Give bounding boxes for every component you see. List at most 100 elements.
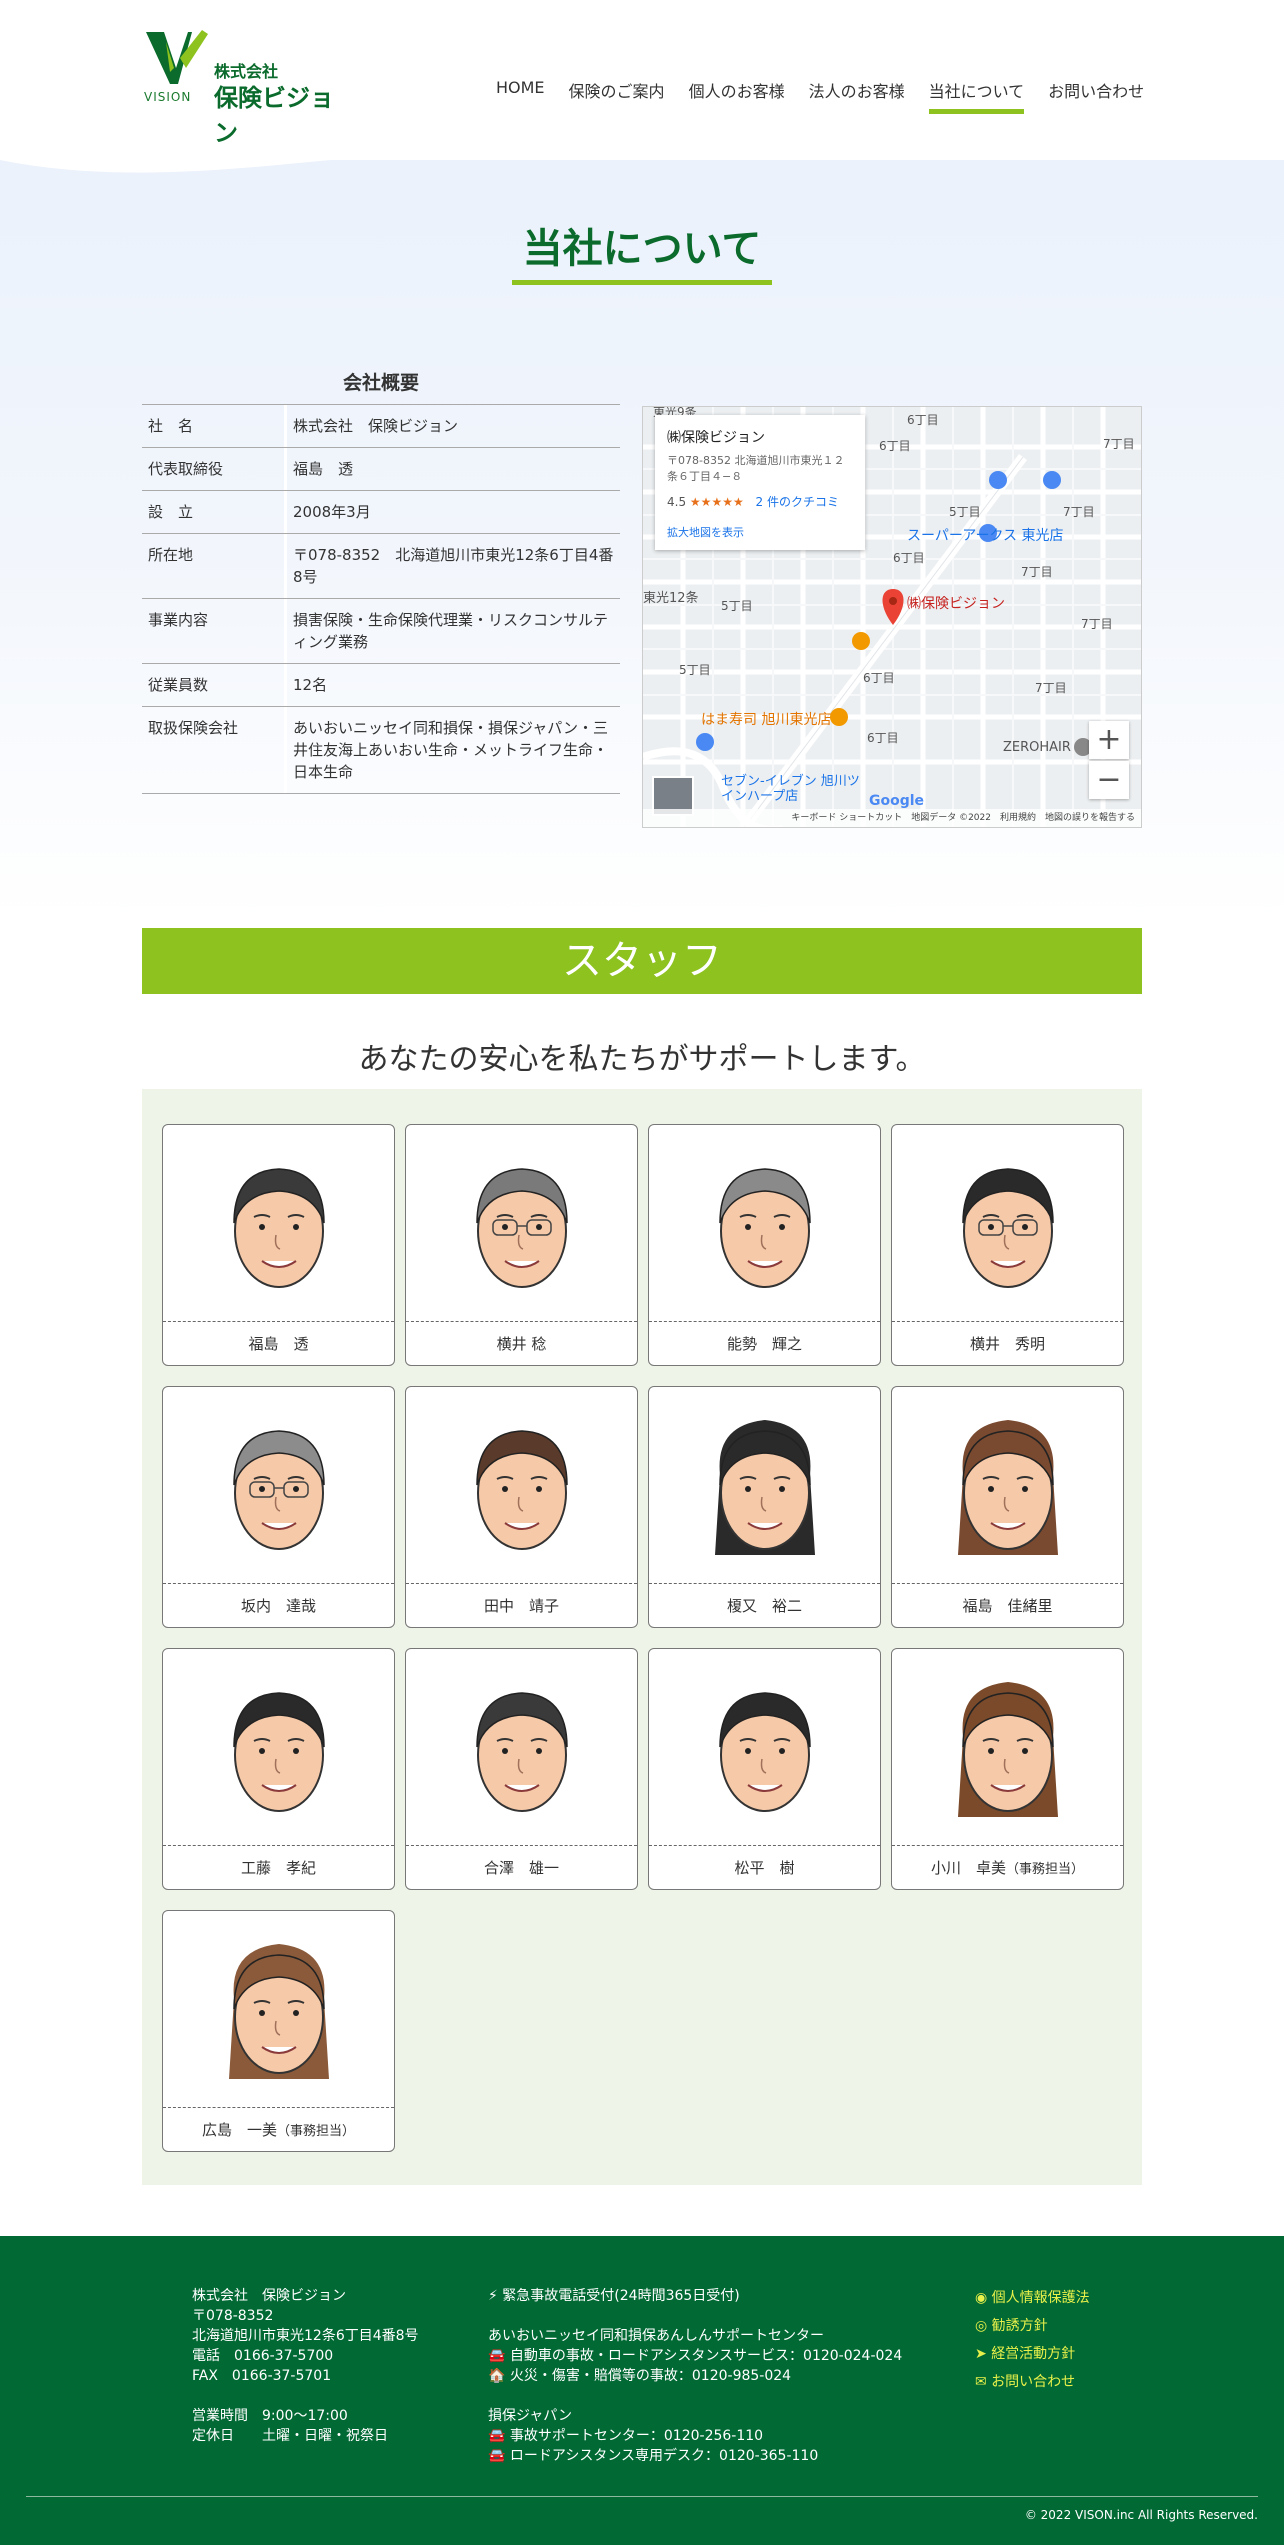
overview-value: 株式会社 保険ビジョン [293,417,459,435]
map-label-seven: セブン-イレブン 旭川ツインハープ店 [721,774,860,804]
overview-key: 代表取締役 [142,448,287,490]
page-title: 当社について [522,226,762,272]
staff-name-text: 松平 樹 [734,1859,795,1877]
footer-tel: 電話 0166-37-5700 [192,2348,334,2364]
staff-card: 能勢 輝之 [648,1124,881,1366]
map-label-east12: 東光12条 [643,591,699,606]
envelope-icon: ✉ [975,2374,987,2390]
overview-value: 2008年3月 [293,503,371,521]
staff-card: 横井 稔 [405,1124,638,1366]
overview-key: 社 名 [142,405,287,447]
map-label-block: 6丁目 [893,551,925,565]
staff-card: 榎又 裕二 [648,1386,881,1628]
staff-name-text: 榎又 裕二 [726,1597,802,1615]
nav-corporate[interactable]: 法人のお客様 [809,78,905,102]
overview-value: あいおいニッセイ同和損保・損保ジャパン・三井住友海上あいおい生命・メットライフ生… [293,719,609,781]
company-overview-table: 社 名株式会社 保険ビジョン 代表取締役 福島 透 設 立 2008年3月 所在地〒… [142,404,620,794]
car-icon: 🚘 [488,2448,506,2464]
google-map[interactable]: スーパーアークス 東光店 はま寿司 旭川東光店 セブン-イレブン 旭川ツインハー… [642,406,1142,828]
map-label-block: 7丁目 [1103,437,1135,451]
copyright: © 2022 VISON.inc All Rights Reserved. [1024,2508,1258,2522]
staff-card: 福島 佳緒里 [891,1386,1124,1628]
footer-link-label: 個人情報保護法 [991,2290,1090,2306]
staff-name: 合澤 雄一 [406,1845,637,1889]
nav-about[interactable]: 当社について [928,78,1024,114]
map-label-block: 5丁目 [721,599,753,613]
overview-row: 従業員数 12名 [142,664,620,707]
footer-link-contact[interactable]: ✉ お問い合わせ [975,2372,1090,2392]
footer-aioi-title: あいおいニッセイ同和損保あんしんサポートセンター [488,2328,824,2344]
footer-sompo-accident: 事故サポートセンター：0120-256-110 [509,2428,764,2444]
footer-link-label: 勧誘方針 [991,2318,1048,2334]
overview-row: 取扱保険会社 あいおいニッセイ同和損保・損保ジャパン・三井住友海上あいおい生命・メ… [142,707,620,794]
map-zoom-out-button[interactable]: − [1089,761,1129,799]
map-label-block: 6丁目 [863,671,895,685]
staff-card: 横井 秀明 [891,1124,1124,1366]
car-icon: 🚘 [488,2348,506,2364]
overview-value: 福島 透 [293,460,354,478]
nav-home[interactable]: HOME [496,78,545,102]
map-place-name: ㈱保険ビジョン [667,430,765,446]
staff-card: 福島 透 [162,1124,395,1366]
footer-holiday: 定休日 土曜・日曜・祝祭日 [192,2428,388,2444]
map-pin-label: ㈱保険ビジョン [907,596,1005,612]
staff-card: 工藤 孝紀 [162,1648,395,1890]
footer-company: 株式会社 保険ビジョン [192,2288,346,2304]
overview-key: 事業内容 [142,599,287,663]
nav-contact[interactable]: お問い合わせ [1048,78,1144,102]
staff-name: 坂内 達哉 [163,1583,394,1627]
staff-portrait [406,1387,637,1582]
map-label-block: 6丁目 [879,439,911,453]
map-rating: 4.5 ★★★★★ 2 件のクチコミ [667,493,853,510]
overview-value: 12名 [293,676,328,694]
lightning-icon: ⚡ [488,2288,498,2304]
footer-aioi-fire: 火災・傷害・賠償等の事故：0120-985-024 [509,2368,792,2384]
overview-key: 取扱保険会社 [142,707,287,793]
map-footer[interactable]: キーボード ショートカット 地図データ ©2022 利用規約 地図の誤りを報告す… [643,809,1141,827]
paper-plane-icon: ➤ [975,2346,987,2362]
main-nav: HOME 保険のご案内 個人のお客様 法人のお客様 当社について お問い合わせ [496,78,1168,114]
staff-name-text: 福島 佳緒里 [962,1597,1053,1615]
overview-row: 設 立 2008年3月 [142,491,620,534]
staff-name-text: 横井 稔 [496,1335,547,1353]
staff-portrait [892,1387,1123,1582]
footer-link-privacy[interactable]: ◉ 個人情報保護法 [975,2288,1090,2308]
staff-name-text: 能勢 輝之 [726,1335,802,1353]
staff-card: 合澤 雄一 [405,1648,638,1890]
map-info-window: ㈱保険ビジョン 〒078-8352 北海道旭川市東光１２条６丁目４−８ 4.5 … [655,415,865,550]
staff-name-text: 工藤 孝紀 [240,1859,316,1877]
map-reviews-link[interactable]: 2 件のクチコミ [756,495,839,509]
overview-value: 損害保険・生命保険代理業・リスクコンサルティング業務 [293,611,609,651]
overview-key: 従業員数 [142,664,287,706]
footer-links: ◉ 個人情報保護法 ◎ 勧誘方針 ➤ 経営活動方針 ✉ お問い合わせ [975,2288,1090,2400]
staff-card: 小川 卓美（事務担当） [891,1648,1124,1890]
staff-name: 榎又 裕二 [649,1583,880,1627]
overview-value: 〒078-8352 北海道旭川市東光12条6丁目4番8号 [293,546,614,586]
staff-name-text: 広島 一美 [201,2121,277,2139]
staff-portrait [649,1125,880,1320]
overview-row: 所在地 〒078-8352 北海道旭川市東光12条6丁目4番8号 [142,534,620,599]
footer-link-policy[interactable]: ➤ 経営活動方針 [975,2344,1090,2364]
site-logo[interactable]: VISION 株式会社 保険ビジョン [142,28,352,147]
nav-personal[interactable]: 個人のお客様 [689,78,785,102]
staff-name-text: 横井 秀明 [969,1335,1045,1353]
footer-emergency-info: ⚡ 緊急事故電話受付(24時間365日受付) あいおいニッセイ同和損保あんしんサ… [488,2286,902,2466]
nav-insurance-guide[interactable]: 保険のご案内 [569,78,665,102]
staff-name: 小川 卓美（事務担当） [892,1845,1123,1889]
staff-name: 横井 秀明 [892,1321,1123,1365]
star-icon: ★★★★★ [689,495,744,509]
map-label-block: 7丁目 [1035,681,1067,695]
staff-name-text: 福島 透 [248,1335,309,1353]
footer-sompo-title: 損保ジャパン [488,2408,572,2424]
map-label-block: 7丁目 [1021,565,1053,579]
staff-name: 広島 一美（事務担当） [163,2107,394,2151]
map-enlarge-link[interactable]: 拡大地図を表示 [667,524,853,540]
staff-name: 福島 透 [163,1321,394,1365]
map-label-block: 5丁目 [949,505,981,519]
map-label-sushi: はま寿司 旭川東光店 [701,712,832,728]
site-footer: 株式会社 保険ビジョン 〒078-8352 北海道旭川市東光12条6丁目4番8号… [0,2236,1284,2545]
staff-portrait [163,1125,394,1320]
footer-link-solicitation[interactable]: ◎ 勧誘方針 [975,2316,1090,2336]
map-zoom-in-button[interactable]: + [1089,721,1129,759]
staff-portrait [406,1125,637,1320]
